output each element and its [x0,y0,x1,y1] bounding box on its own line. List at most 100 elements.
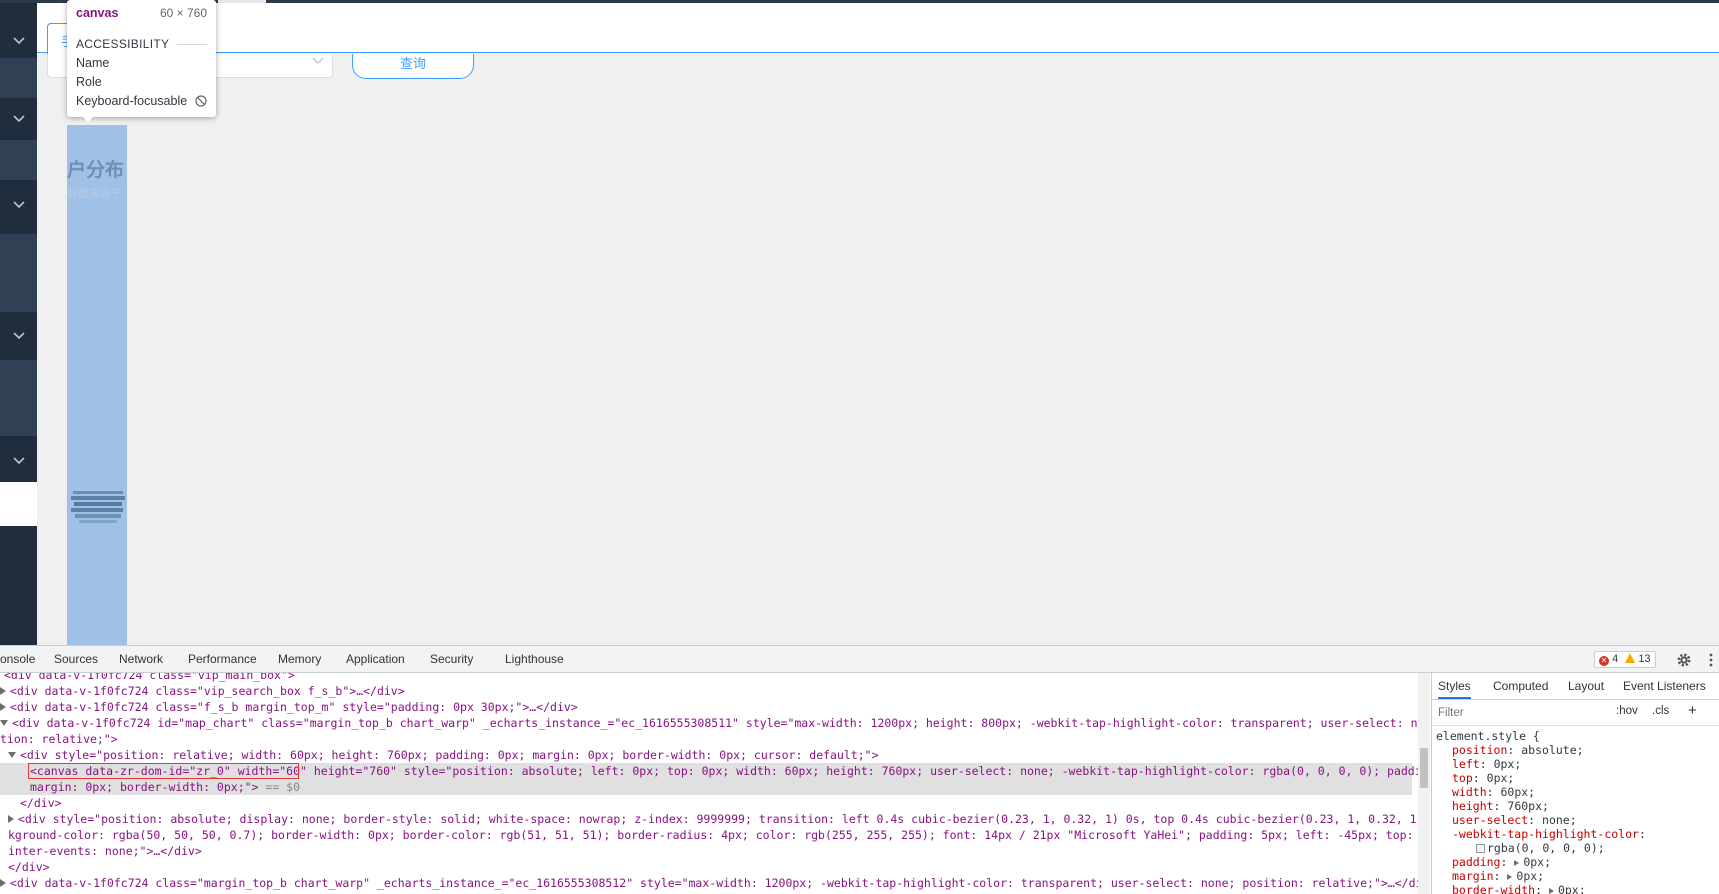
tab-layout[interactable]: Layout [1568,673,1604,699]
style-prop[interactable]: left: 0px; [1452,757,1521,771]
styles-filter-bar: :hov .cls + [1432,700,1719,726]
expand-triangle-icon[interactable] [1507,874,1513,880]
color-swatch-icon[interactable] [1476,844,1485,853]
chevron-down-icon[interactable] [0,187,37,223]
style-prop[interactable]: top: 0px; [1452,771,1514,785]
chevron-down-icon[interactable] [0,318,37,354]
sidebar-gap [0,482,37,526]
style-selector: element.style { [1436,729,1540,743]
dom-node-text: tion: relative;"> [0,732,118,746]
dom-node-text: </div> [20,796,62,810]
chevron-down-icon[interactable] [0,23,37,59]
style-prop[interactable]: user-select: none; [1452,813,1577,827]
styles-filter-input[interactable] [1436,704,1602,722]
elements-tree[interactable]: <div data-v-1f0fc724 class="vip_main_box… [0,673,1418,894]
tab-performance[interactable]: Performance [188,646,257,672]
sidebar-item[interactable] [0,526,37,566]
dom-node-line[interactable]: <div data-v-1f0fc724 class="vip_main_box… [4,673,295,683]
sidebar-item[interactable] [0,234,37,312]
sidebar [0,3,37,645]
sidebar-item[interactable] [0,360,37,436]
error-count: 4 [1612,653,1619,665]
styles-pane: Styles Computed Layout Event Listeners :… [1431,673,1719,894]
tooltip-row: Name [76,56,207,70]
styles-rules: element.style { position: absolute; left… [1432,727,1719,894]
screen: 手 动 查询 户分布 数据来源于 canvas [0,0,1719,894]
devtools-tabbar: onsole Sources Network Performance Memor… [0,646,1719,673]
tab-styles[interactable]: Styles [1438,673,1471,699]
devtools: onsole Sources Network Performance Memor… [0,645,1719,894]
sidebar-item[interactable] [0,58,37,98]
collapse-triangle-icon[interactable] [0,720,8,726]
search-bar: 动 查询 [37,54,1719,80]
issues-badge[interactable]: ✕ 4 13 [1594,651,1656,668]
style-prop[interactable]: height: 760px; [1452,799,1549,813]
expand-triangle-icon[interactable] [1514,860,1520,866]
collapse-triangle-icon[interactable] [8,752,16,758]
selection-outline [28,763,299,779]
dom-node-line[interactable]: kground-color: rgba(50, 50, 50, 0.7); bo… [8,827,1418,843]
expand-triangle-icon[interactable] [0,687,6,695]
page-viewport: 手 动 查询 户分布 数据来源于 canvas [0,0,1719,645]
tab-event-listeners[interactable]: Event Listeners [1623,673,1706,699]
tab-lighthouse[interactable]: Lighthouse [505,646,564,672]
sidebar-item[interactable] [0,566,37,645]
expand-triangle-icon[interactable] [0,879,6,887]
query-button[interactable]: 查询 [352,54,474,79]
dom-node-line[interactable]: <div data-v-1f0fc724 class="vip_search_b… [0,683,405,699]
dom-node-line[interactable]: </div> [8,859,50,875]
scroll-thumb[interactable] [1420,748,1428,788]
style-prop[interactable]: padding: 0px; [1452,855,1551,869]
expand-triangle-icon[interactable] [0,703,6,711]
tooltip-row-label: Keyboard-focusable [76,94,188,108]
chart-title: 户分布 [67,160,125,181]
dom-node-close: …</div> [529,700,578,714]
warning-icon [1625,653,1636,663]
tab-network[interactable]: Network [119,646,163,672]
sidebar-item[interactable] [0,140,37,180]
dom-node-line[interactable]: tion: relative;"> [0,731,118,747]
dom-node-line[interactable]: <div data-v-1f0fc724 class="f_s_b margin… [0,699,578,715]
style-prop[interactable]: position: absolute; [1452,743,1584,757]
expand-triangle-icon[interactable] [8,815,14,823]
dom-node-text: <div data-v-1f0fc724 class="vip_main_box… [4,673,295,682]
dom-node-line[interactable]: </div> [20,795,62,811]
dom-node-line[interactable]: <div style="position: absolute; display:… [8,811,1418,827]
tab-bar: 手 [37,3,1719,55]
style-prop[interactable]: -webkit-tap-highlight-color: [1452,827,1646,841]
dom-node-text: <div data-v-1f0fc724 class="margin_top_b… [10,876,1418,890]
tooltip-row-label: Role [76,75,102,89]
dom-node-text: </div> [8,860,50,874]
expand-triangle-icon[interactable] [1548,888,1554,894]
cls-button[interactable]: .cls [1652,705,1669,717]
main-content: 手 动 查询 [37,3,1719,645]
chevron-down-icon[interactable] [0,101,37,137]
dom-node-line-selected[interactable]: margin: 0px; border-width: 0px;"> == $0 [0,779,1412,795]
hov-button[interactable]: :hov [1616,705,1638,717]
tooltip-tag: canvas [76,6,119,20]
tab-memory[interactable]: Memory [278,646,321,672]
elements-scrollbar[interactable] [1418,673,1430,894]
gear-icon[interactable] [1676,652,1692,668]
add-rule-button[interactable]: + [1688,702,1697,719]
dom-node-text: <div data-v-1f0fc724 class="vip_search_b… [10,684,357,698]
tab-application[interactable]: Application [346,646,405,672]
tooltip-dimensions: 60 × 760 [159,6,207,20]
style-prop[interactable]: border-width: 0px; [1452,883,1586,894]
dom-node-line[interactable]: <div data-v-1f0fc724 id="map_chart" clas… [0,715,1418,731]
style-prop-value[interactable]: rgba(0, 0, 0, 0); [1476,841,1605,855]
chevron-down-icon[interactable] [0,443,37,479]
tab-console[interactable]: onsole [0,646,35,672]
tab-security[interactable]: Security [430,646,473,672]
tab-computed[interactable]: Computed [1493,673,1548,699]
style-prop[interactable]: width: 60px; [1452,785,1535,799]
canvas-highlight[interactable]: 户分布 数据来源于 [67,125,127,645]
style-prop[interactable]: margin: 0px; [1452,869,1544,883]
tab-sources[interactable]: Sources [54,646,98,672]
dom-node-line[interactable]: <div style="position: relative; width: 6… [8,747,879,763]
dom-node-text: <div style="position: relative; width: 6… [20,748,879,762]
dom-node-line[interactable]: inter-events: none;">…</div> [8,843,202,859]
dom-node-line[interactable]: <div data-v-1f0fc724 class="margin_top_b… [0,875,1418,891]
tooltip-row: Keyboard-focusable [76,94,207,108]
more-vertical-icon[interactable] [1708,652,1714,668]
